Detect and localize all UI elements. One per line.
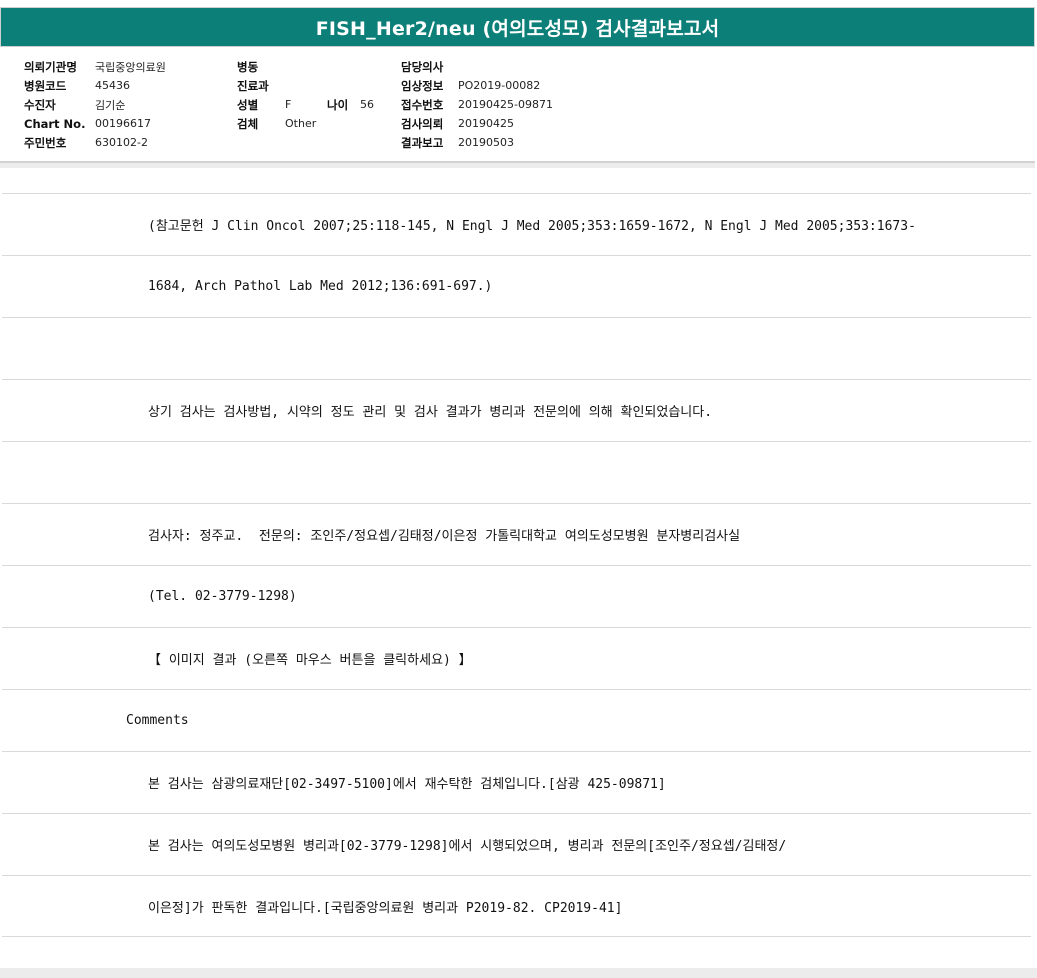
report-line-examiner: 검사자: 정주교. 전문의: 조인주/정요셉/김태정/이은정 가톨릭대학교 여의… (2, 503, 1031, 565)
info-row-doctor: 담당의사 (401, 57, 553, 76)
info-row-institution: 의뢰기관명 국립중앙의료원 (24, 57, 166, 76)
institution-value: 국립중앙의료원 (95, 60, 166, 74)
report-window: FISH_Her2/neu (여의도성모) 검사결과보고서 의뢰기관명 국립중앙… (0, 0, 1037, 978)
ward-label: 병동 (237, 59, 259, 74)
report-line-phone: (Tel. 02-3779-1298) (2, 565, 1031, 627)
info-row-clinical-info: 임상정보 PO2019-00082 (401, 76, 553, 95)
comments-heading: Comments (2, 689, 1031, 751)
bottom-scroll-area (0, 968, 1037, 978)
report-date-label: 결과보고 (401, 135, 444, 150)
report-line-confirmation: 상기 검사는 검사방법, 시약의 정도 관리 및 검사 결과가 병리과 전문의에… (2, 379, 1031, 441)
patient-info-column-3: 담당의사 임상정보 PO2019-00082 접수번호 20190425-098… (401, 57, 553, 152)
report-date-value: 20190503 (458, 136, 514, 149)
specimen-label: 검체 (237, 116, 259, 131)
patient-info-column-2: 병동 진료과 성별 F 나이 56 검체 Other (237, 57, 374, 133)
age-label: 나이 (327, 97, 349, 112)
department-label: 진료과 (237, 78, 269, 93)
header-separator (0, 163, 1035, 168)
report-body: (참고문헌 J Clin Oncol 2007;25:118-145, N En… (2, 193, 1031, 937)
institution-label: 의뢰기관명 (24, 59, 77, 74)
resident-id-label: 주민번호 (24, 135, 67, 150)
patient-info-column-1: 의뢰기관명 국립중앙의료원 병원코드 45436 수진자 김기순 Chart N… (24, 57, 166, 152)
comment-line-3: 이은정]가 판독한 결과입니다.[국립중앙의료원 병리과 P2019-82. C… (2, 875, 1031, 937)
age-value: 56 (360, 98, 374, 111)
clinical-info-value: PO2019-00082 (458, 79, 541, 92)
info-row-patient-name: 수진자 김기순 (24, 95, 166, 114)
resident-id-value: 630102-2 (95, 136, 148, 149)
image-result-link[interactable]: 【 이미지 결과 (오른쪽 마우스 버튼을 클릭하세요) 】 (2, 627, 1031, 689)
request-date-value: 20190425 (458, 117, 514, 130)
info-row-sex-age: 성별 F 나이 56 (237, 95, 374, 114)
patient-name-value: 김기순 (95, 98, 126, 112)
info-row-request-date: 검사의뢰 20190425 (401, 114, 553, 133)
chart-no-value: 00196617 (95, 117, 151, 130)
info-row-report-date: 결과보고 20190503 (401, 133, 553, 152)
info-row-department: 진료과 (237, 76, 374, 95)
info-row-hospital-code: 병원코드 45436 (24, 76, 166, 95)
report-title: FISH_Her2/neu (여의도성모) 검사결과보고서 (315, 17, 720, 40)
patient-info-panel: 의뢰기관명 국립중앙의료원 병원코드 45436 수진자 김기순 Chart N… (0, 48, 1035, 163)
info-row-chart-no: Chart No. 00196617 (24, 114, 166, 133)
receipt-no-value: 20190425-09871 (458, 98, 553, 111)
info-row-resident-id: 주민번호 630102-2 (24, 133, 166, 152)
report-line-blank (2, 317, 1031, 379)
report-line-references-2: 1684, Arch Pathol Lab Med 2012;136:691-6… (2, 255, 1031, 317)
comment-line-2: 본 검사는 여의도성모병원 병리과[02-3779-1298]에서 시행되었으며… (2, 813, 1031, 875)
info-row-receipt-no: 접수번호 20190425-09871 (401, 95, 553, 114)
doctor-label: 담당의사 (401, 59, 444, 74)
clinical-info-label: 임상정보 (401, 78, 444, 93)
request-date-label: 검사의뢰 (401, 116, 444, 131)
sex-label: 성별 (237, 97, 259, 112)
comment-line-1: 본 검사는 삼광의료재단[02-3497-5100]에서 재수탁한 검체입니다.… (2, 751, 1031, 813)
report-line-blank (2, 441, 1031, 503)
hospital-code-label: 병원코드 (24, 78, 67, 93)
receipt-no-label: 접수번호 (401, 97, 444, 112)
report-line-references-1: (참고문헌 J Clin Oncol 2007;25:118-145, N En… (2, 193, 1031, 255)
info-row-specimen: 검체 Other (237, 114, 374, 133)
sex-value: F (285, 98, 292, 111)
info-row-ward: 병동 (237, 57, 374, 76)
chart-no-label: Chart No. (24, 116, 86, 131)
patient-name-label: 수진자 (24, 97, 56, 112)
title-bar: FISH_Her2/neu (여의도성모) 검사결과보고서 (0, 7, 1035, 47)
specimen-value: Other (285, 117, 317, 130)
hospital-code-value: 45436 (95, 79, 130, 92)
